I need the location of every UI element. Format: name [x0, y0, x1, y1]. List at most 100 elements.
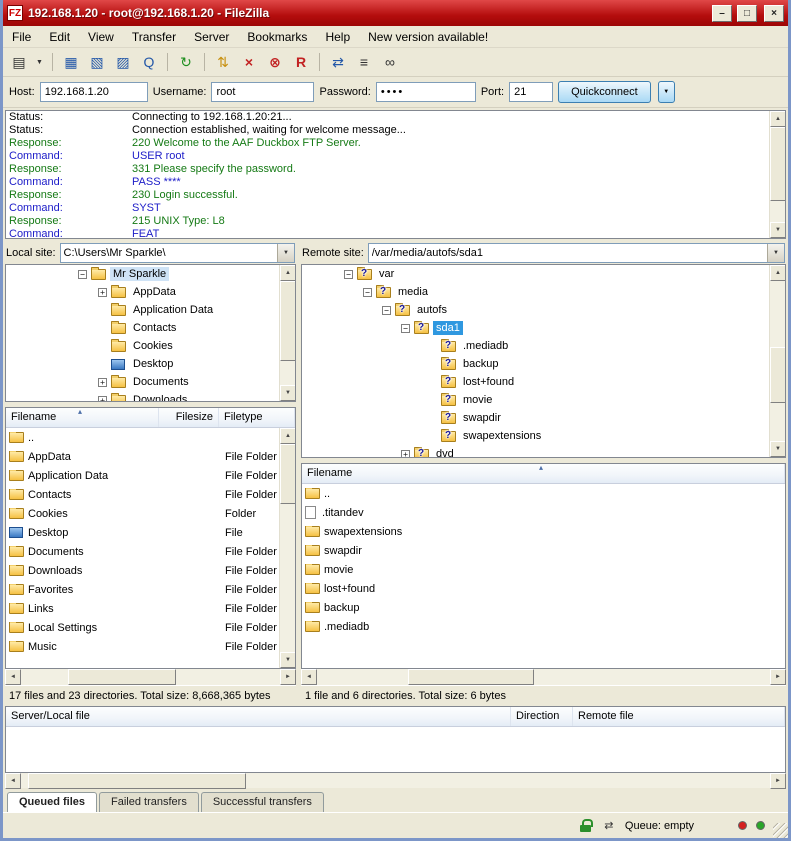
- file-row[interactable]: DownloadsFile Folder: [6, 561, 295, 580]
- menu-transfer[interactable]: Transfer: [123, 27, 185, 47]
- file-row[interactable]: FavoritesFile Folder: [6, 580, 295, 599]
- column-header-remote-file[interactable]: Remote file: [573, 707, 785, 726]
- toggle-queue-button[interactable]: Q: [137, 51, 161, 74]
- remote-tree-vertical-scrollbar[interactable]: ▲ ▼: [769, 265, 785, 457]
- tree-item[interactable]: −sda1: [302, 319, 785, 337]
- tree-expand-icon[interactable]: +: [98, 378, 107, 387]
- close-button[interactable]: ×: [764, 5, 784, 22]
- scroll-down-icon[interactable]: ▼: [770, 441, 786, 457]
- reconnect-button[interactable]: R: [289, 51, 313, 74]
- log-vertical-scrollbar[interactable]: ▲ ▼: [769, 111, 785, 238]
- tree-item[interactable]: Contacts: [6, 319, 295, 337]
- quickconnect-button[interactable]: Quickconnect: [558, 81, 651, 103]
- file-row[interactable]: swapextensions: [302, 522, 785, 541]
- menu-view[interactable]: View: [79, 27, 123, 47]
- tree-expand-icon[interactable]: +: [98, 288, 107, 297]
- minimize-button[interactable]: –: [712, 5, 732, 22]
- file-row[interactable]: swapdir: [302, 541, 785, 560]
- file-row[interactable]: MusicFile Folder: [6, 637, 295, 656]
- file-row[interactable]: Application DataFile Folder: [6, 466, 295, 485]
- site-manager-button[interactable]: ▤: [7, 51, 31, 74]
- file-row[interactable]: LinksFile Folder: [6, 599, 295, 618]
- menu-help[interactable]: Help: [316, 27, 359, 47]
- toggle-remote-tree-button[interactable]: ▨: [111, 51, 135, 74]
- tree-item[interactable]: +AppData: [6, 283, 295, 301]
- cancel-operation-button[interactable]: ×: [237, 51, 261, 74]
- host-input[interactable]: [40, 82, 148, 102]
- tree-item[interactable]: Desktop: [6, 355, 295, 373]
- tree-collapse-icon[interactable]: −: [363, 288, 372, 297]
- tree-item[interactable]: −autofs: [302, 301, 785, 319]
- scroll-down-icon[interactable]: ▼: [770, 222, 786, 238]
- menu-server[interactable]: Server: [185, 27, 238, 47]
- tree-item[interactable]: swapextensions: [302, 427, 785, 445]
- file-row[interactable]: DocumentsFile Folder: [6, 542, 295, 561]
- scroll-right-icon[interactable]: ►: [770, 669, 786, 685]
- file-row[interactable]: DesktopFile: [6, 523, 295, 542]
- tree-item[interactable]: Cookies: [6, 337, 295, 355]
- scroll-thumb[interactable]: [770, 347, 786, 403]
- directory-comparison-button[interactable]: ⇄: [326, 51, 350, 74]
- file-row[interactable]: .mediadb: [302, 617, 785, 636]
- tree-item[interactable]: +Documents: [6, 373, 295, 391]
- scroll-thumb[interactable]: [408, 669, 535, 685]
- scroll-right-icon[interactable]: ►: [770, 773, 786, 789]
- tree-item[interactable]: lost+found: [302, 373, 785, 391]
- scroll-up-icon[interactable]: ▲: [770, 265, 786, 281]
- combo-dropdown-icon[interactable]: ▼: [767, 244, 784, 262]
- find-files-button[interactable]: ∞: [378, 51, 402, 74]
- scroll-thumb[interactable]: [28, 773, 245, 789]
- menu-file[interactable]: File: [3, 27, 40, 47]
- tree-item[interactable]: backup: [302, 355, 785, 373]
- resize-grip[interactable]: [773, 823, 788, 838]
- scroll-left-icon[interactable]: ◄: [301, 669, 317, 685]
- tree-item[interactable]: +dvd: [302, 445, 785, 458]
- scroll-thumb[interactable]: [68, 669, 177, 685]
- tree-collapse-icon[interactable]: −: [344, 270, 353, 279]
- disconnect-button[interactable]: ⊗: [263, 51, 287, 74]
- menu-bookmarks[interactable]: Bookmarks: [238, 27, 316, 47]
- scroll-thumb[interactable]: [770, 127, 786, 201]
- tree-item[interactable]: −media: [302, 283, 785, 301]
- scroll-up-icon[interactable]: ▲: [770, 111, 786, 127]
- tab-failed-transfers[interactable]: Failed transfers: [99, 792, 199, 812]
- file-row[interactable]: movie: [302, 560, 785, 579]
- port-input[interactable]: [509, 82, 553, 102]
- file-row[interactable]: .titandev: [302, 503, 785, 522]
- combo-dropdown-icon[interactable]: ▼: [277, 244, 294, 262]
- toggle-message-log-button[interactable]: ▦: [59, 51, 83, 74]
- process-queue-button[interactable]: ⇅: [211, 51, 235, 74]
- queue-horizontal-scrollbar[interactable]: ◄ ►: [5, 773, 786, 788]
- column-header-server-local-file[interactable]: Server/Local file: [6, 707, 511, 726]
- column-header-direction[interactable]: Direction: [511, 707, 573, 726]
- file-row[interactable]: ..: [302, 484, 785, 503]
- local-tree-vertical-scrollbar[interactable]: ▲ ▼: [279, 265, 295, 401]
- scroll-left-icon[interactable]: ◄: [5, 773, 21, 789]
- scroll-down-icon[interactable]: ▼: [280, 385, 296, 401]
- password-input[interactable]: [376, 82, 476, 102]
- scroll-thumb[interactable]: [280, 444, 296, 504]
- scroll-up-icon[interactable]: ▲: [280, 265, 296, 281]
- tree-item[interactable]: swapdir: [302, 409, 785, 427]
- tree-collapse-icon[interactable]: −: [401, 324, 410, 333]
- file-row[interactable]: ContactsFile Folder: [6, 485, 295, 504]
- tree-item[interactable]: Application Data: [6, 301, 295, 319]
- scroll-down-icon[interactable]: ▼: [280, 652, 296, 668]
- toggle-local-tree-button[interactable]: ▧: [85, 51, 109, 74]
- synchronized-browsing-button[interactable]: ≡: [352, 51, 376, 74]
- file-row[interactable]: ..: [6, 428, 295, 447]
- scroll-left-icon[interactable]: ◄: [5, 669, 21, 685]
- tree-collapse-icon[interactable]: −: [78, 270, 87, 279]
- scroll-right-icon[interactable]: ►: [280, 669, 296, 685]
- remote-site-input[interactable]: [369, 247, 767, 259]
- remote-site-combo[interactable]: ▼: [368, 243, 785, 263]
- local-horizontal-scrollbar[interactable]: ◄ ►: [5, 669, 296, 685]
- tree-item[interactable]: −Mr Sparkle: [6, 265, 295, 283]
- file-row[interactable]: AppDataFile Folder: [6, 447, 295, 466]
- column-header-filetype[interactable]: Filetype: [219, 408, 295, 427]
- site-manager-dropdown-icon[interactable]: ▼: [33, 51, 46, 74]
- file-row[interactable]: backup: [302, 598, 785, 617]
- tree-expand-icon[interactable]: +: [98, 396, 107, 403]
- quickconnect-dropdown-icon[interactable]: ▼: [658, 81, 675, 103]
- column-header-filesize[interactable]: Filesize: [159, 408, 219, 427]
